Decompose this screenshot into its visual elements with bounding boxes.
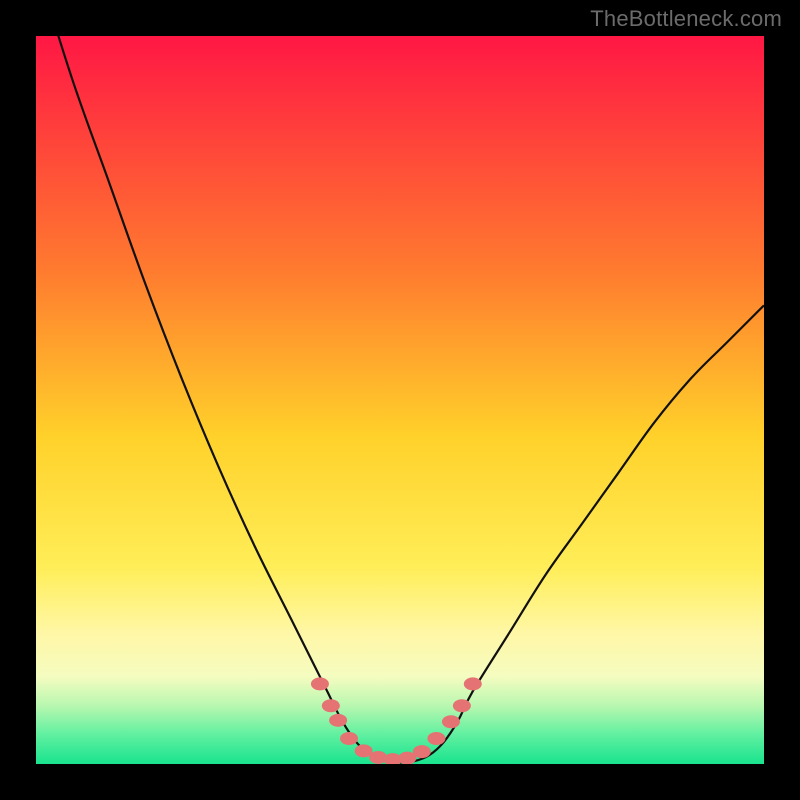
curve-marker [322,699,340,712]
bottleneck-curve [36,36,764,763]
curve-markers [311,677,482,764]
outer-frame: TheBottleneck.com [0,0,800,800]
curve-marker [464,677,482,690]
chart-overlay [36,36,764,764]
curve-marker [453,699,471,712]
plot-area [36,36,764,764]
curve-marker [329,714,347,727]
curve-marker [442,715,460,728]
curve-marker [311,677,329,690]
curve-marker [413,745,431,758]
curve-marker [340,732,358,745]
watermark-text: TheBottleneck.com [590,6,782,32]
curve-marker [427,732,445,745]
